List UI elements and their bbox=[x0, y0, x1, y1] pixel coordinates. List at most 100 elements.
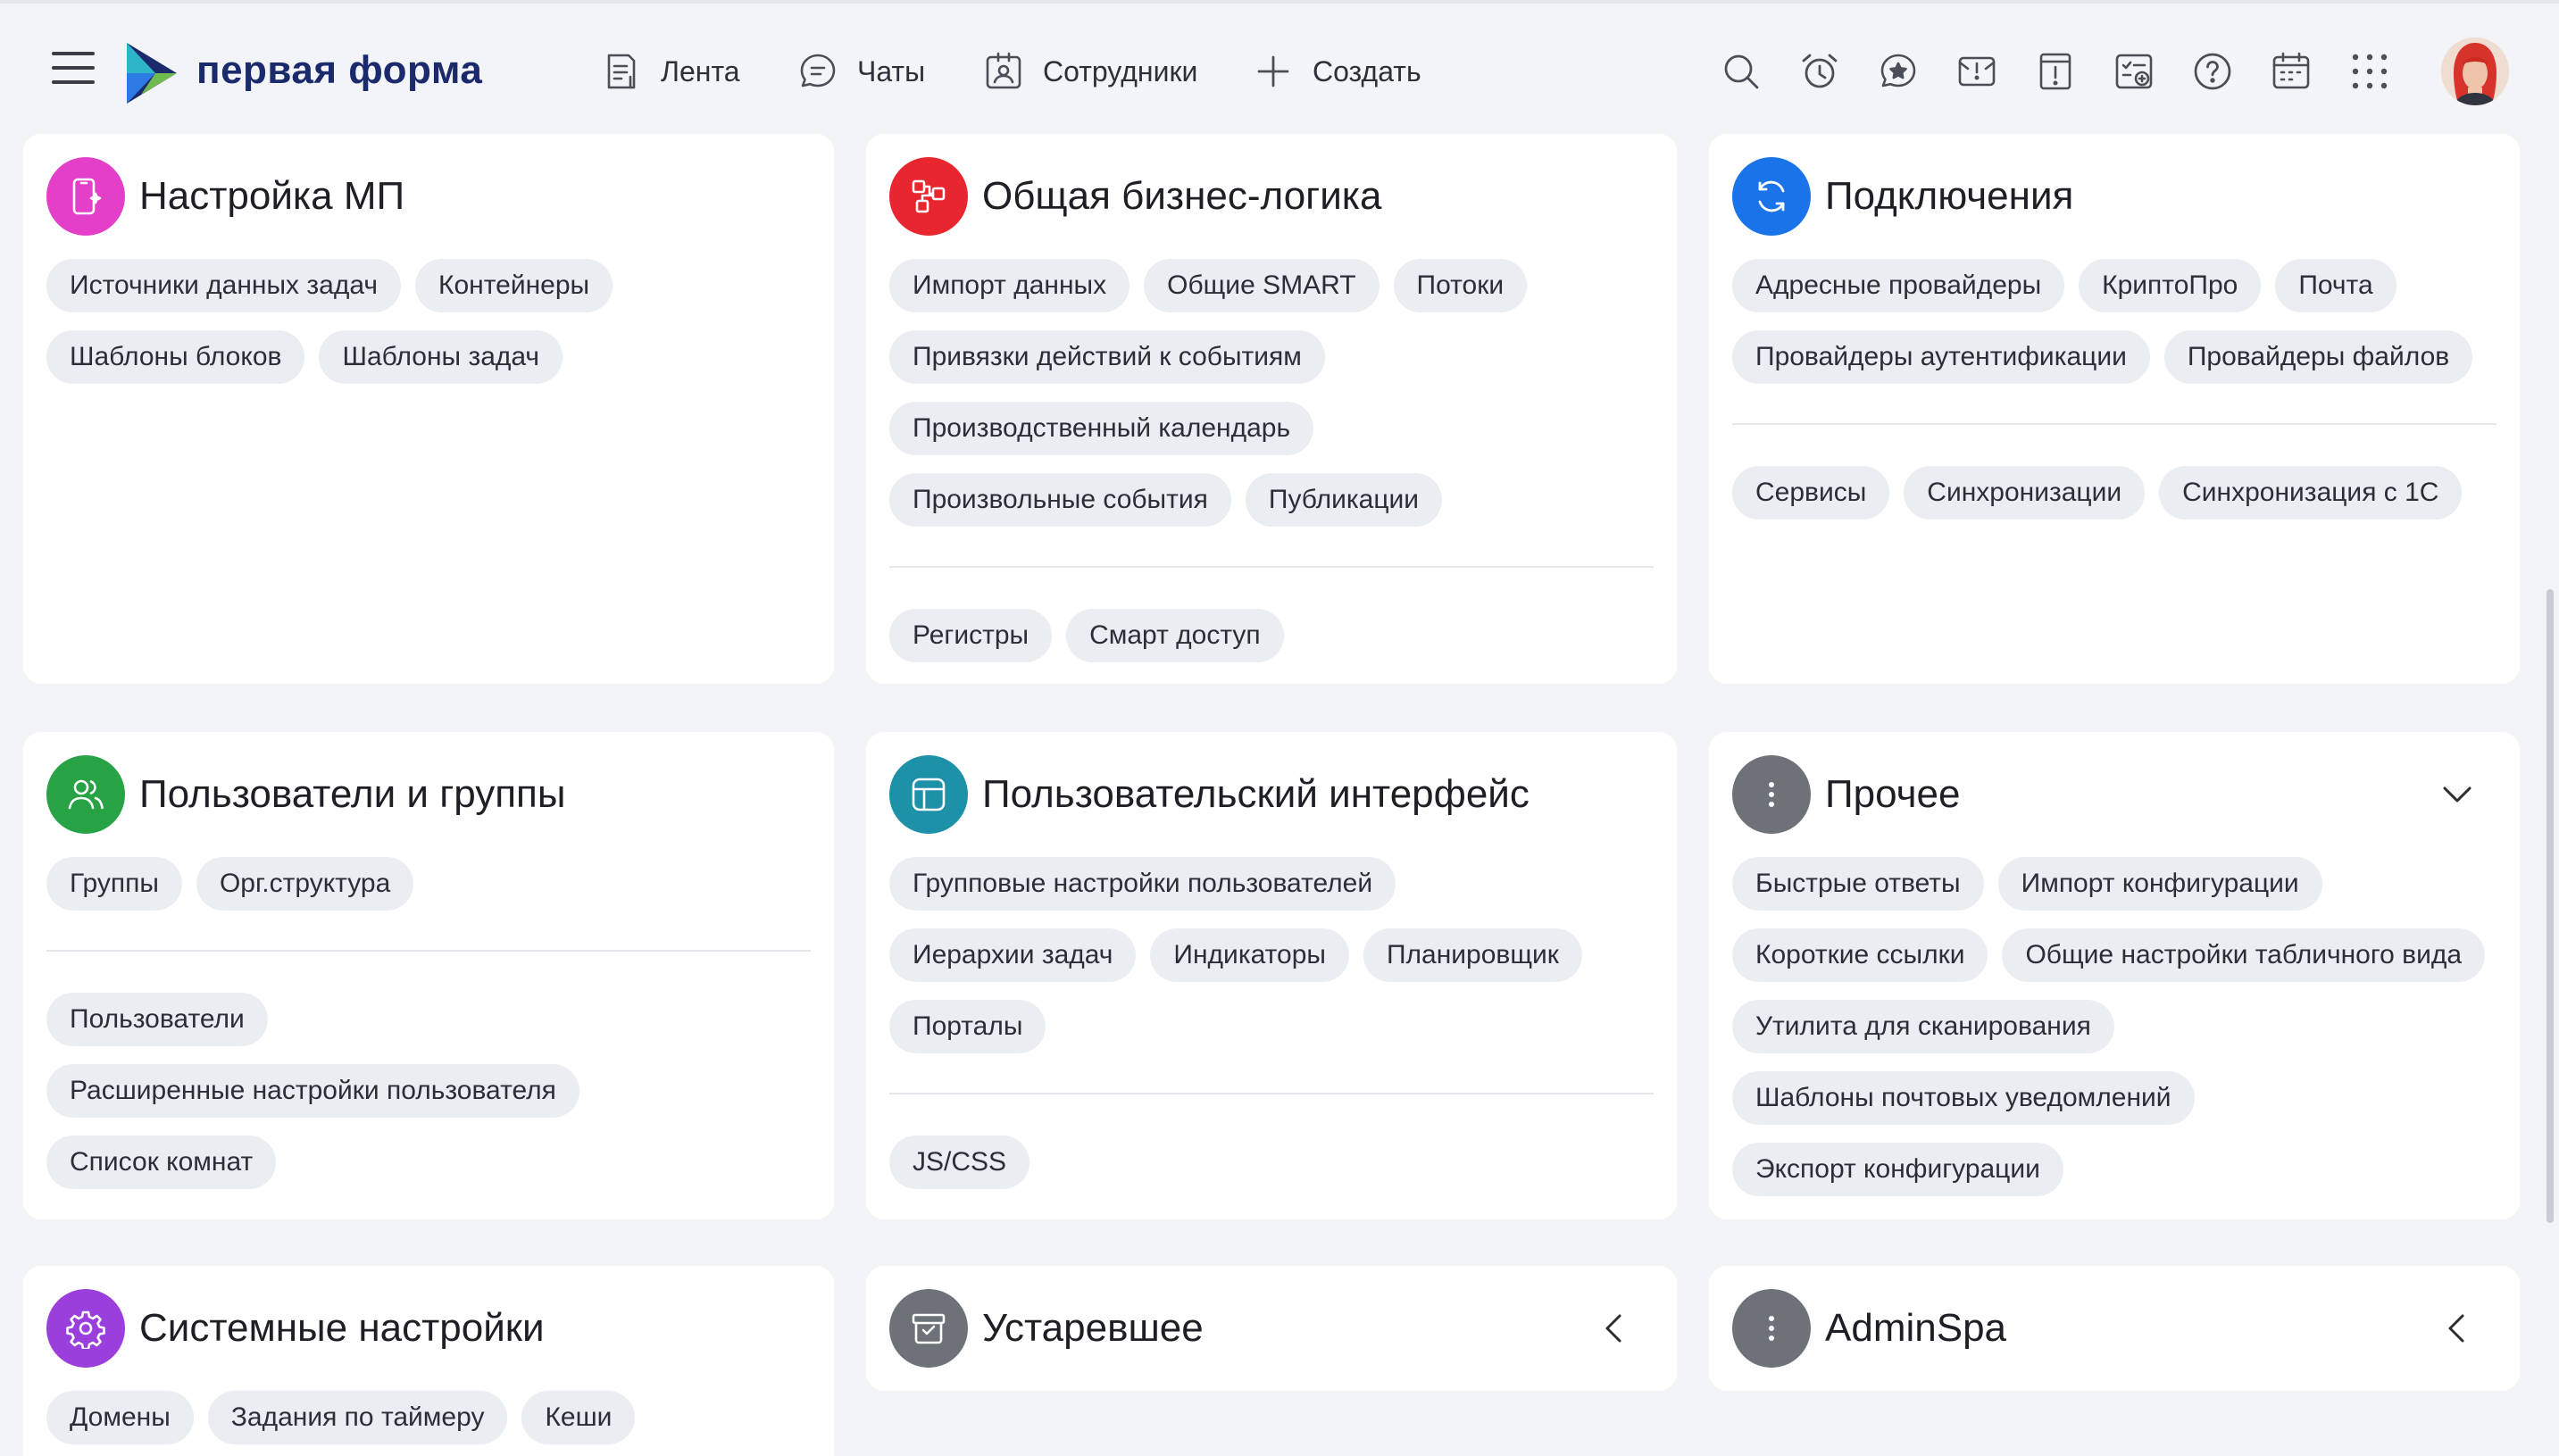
card-mp-settings: Настройка МП Источники данных задач Конт… bbox=[23, 134, 834, 684]
more-vertical-icon bbox=[1732, 1289, 1811, 1368]
more-vertical-icon bbox=[1732, 755, 1811, 834]
card-user-interface: Пользовательский интерфейс Групповые нас… bbox=[866, 732, 1677, 1219]
chip-task-hierarchies[interactable]: Иерархии задач bbox=[889, 928, 1137, 982]
chip-indicators[interactable]: Индикаторы bbox=[1150, 928, 1349, 982]
chip-event-bindings[interactable]: Привязки действий к событиям bbox=[889, 330, 1325, 384]
chip-caches[interactable]: Кеши bbox=[521, 1391, 636, 1444]
chip-group-user-settings[interactable]: Групповые настройки пользователей bbox=[889, 857, 1396, 911]
card-title: Подключения bbox=[1825, 174, 2074, 218]
chevron-left-icon[interactable] bbox=[1588, 1302, 1641, 1355]
chip-org-structure[interactable]: Орг.структура bbox=[196, 857, 414, 911]
nav-create[interactable]: Создать bbox=[1252, 45, 1421, 98]
chip-services[interactable]: Сервисы bbox=[1732, 466, 1890, 520]
chip-quick-replies[interactable]: Быстрые ответы bbox=[1732, 857, 1984, 911]
card-title: Общая бизнес-логика bbox=[982, 174, 1382, 218]
help-icon[interactable] bbox=[2191, 50, 2234, 93]
logo-icon bbox=[123, 41, 180, 105]
gear-icon bbox=[46, 1289, 125, 1368]
divider bbox=[46, 950, 811, 952]
card-title: Настройка МП bbox=[139, 174, 405, 218]
chip-groups[interactable]: Группы bbox=[46, 857, 182, 911]
chip-sync-1c[interactable]: Синхронизация с 1С bbox=[2159, 466, 2463, 520]
alert-mail-icon[interactable] bbox=[1955, 50, 1998, 93]
chip-mail[interactable]: Почта bbox=[2275, 259, 2396, 312]
archive-icon bbox=[889, 1289, 968, 1368]
card-title: Системные настройки bbox=[139, 1306, 545, 1350]
scrollbar[interactable] bbox=[2546, 589, 2554, 1223]
chip-smart-access[interactable]: Смарт доступ bbox=[1066, 609, 1284, 662]
divider bbox=[889, 566, 1654, 568]
card-connections: Подключения Адресные провайдеры КриптоПр… bbox=[1709, 134, 2520, 684]
chip-task-templates[interactable]: Шаблоны задач bbox=[319, 330, 563, 384]
tasks-icon[interactable] bbox=[2113, 50, 2155, 93]
business-logic-icon bbox=[889, 157, 968, 236]
nav-feed[interactable]: Лента bbox=[600, 45, 740, 98]
notice-icon[interactable] bbox=[2034, 50, 2077, 93]
employees-icon bbox=[986, 52, 1021, 89]
chip-flows[interactable]: Потоки bbox=[1393, 259, 1528, 312]
card-adminspa: AdminSpa bbox=[1709, 1266, 2520, 1391]
nav-create-label: Создать bbox=[1313, 54, 1421, 87]
divider bbox=[889, 1093, 1654, 1094]
users-icon bbox=[46, 755, 125, 834]
nav-employees[interactable]: Сотрудники bbox=[982, 45, 1197, 98]
sync-icon bbox=[1732, 157, 1811, 236]
chevron-down-icon[interactable] bbox=[2430, 768, 2484, 821]
chip-task-data-sources[interactable]: Источники данных задач bbox=[46, 259, 401, 312]
card-title: Устаревшее bbox=[982, 1306, 1204, 1350]
chip-cryptopro[interactable]: КриптоПро bbox=[2079, 259, 2262, 312]
card-legacy: Устаревшее bbox=[866, 1266, 1677, 1391]
nav-employees-label: Сотрудники bbox=[1043, 54, 1198, 87]
mobile-settings-icon bbox=[46, 157, 125, 236]
avatar[interactable] bbox=[2441, 37, 2509, 105]
card-title: Прочее bbox=[1825, 772, 1961, 816]
divider bbox=[1732, 423, 2496, 425]
menu-icon[interactable] bbox=[52, 50, 95, 86]
chip-extended-user-settings[interactable]: Расширенные настройки пользователя bbox=[46, 1064, 579, 1118]
chip-scan-utility[interactable]: Утилита для сканирования bbox=[1732, 1000, 2114, 1053]
chevron-left-icon[interactable] bbox=[2430, 1302, 2484, 1355]
chip-synchronizations[interactable]: Синхронизации bbox=[1904, 466, 2146, 520]
chip-data-import[interactable]: Импорт данных bbox=[889, 259, 1130, 312]
card-title: Пользовательский интерфейс bbox=[982, 772, 1530, 816]
chip-room-list[interactable]: Список комнат bbox=[46, 1136, 277, 1189]
chip-publications[interactable]: Публикации bbox=[1245, 473, 1443, 527]
plus-icon bbox=[1257, 55, 1289, 87]
chip-production-calendar[interactable]: Производственный календарь bbox=[889, 402, 1314, 455]
nav-chats-label: Чаты bbox=[857, 54, 926, 87]
calendar-icon[interactable] bbox=[2270, 50, 2313, 93]
chip-scheduler[interactable]: Планировщик bbox=[1363, 928, 1582, 982]
chip-timer-jobs[interactable]: Задания по таймеру bbox=[207, 1391, 508, 1444]
chip-custom-events[interactable]: Произвольные события bbox=[889, 473, 1231, 527]
search-icon[interactable] bbox=[1720, 50, 1763, 93]
chip-users[interactable]: Пользователи bbox=[46, 993, 268, 1046]
nav-chats[interactable]: Чаты bbox=[796, 45, 925, 98]
chip-common-smart[interactable]: Общие SMART bbox=[1144, 259, 1380, 312]
chip-file-providers[interactable]: Провайдеры файлов bbox=[2163, 330, 2473, 384]
chip-address-providers[interactable]: Адресные провайдеры bbox=[1732, 259, 2065, 312]
card-title: AdminSpa bbox=[1825, 1306, 2007, 1350]
favorites-icon[interactable] bbox=[1877, 50, 1920, 93]
alarm-icon[interactable] bbox=[1798, 50, 1841, 93]
chip-short-links[interactable]: Короткие ссылки bbox=[1732, 928, 1988, 982]
chip-block-templates[interactable]: Шаблоны блоков bbox=[46, 330, 305, 384]
chip-registers[interactable]: Регистры bbox=[889, 609, 1053, 662]
chip-mail-templates[interactable]: Шаблоны почтовых уведомлений bbox=[1732, 1071, 2195, 1125]
card-system-settings: Системные настройки Домены Задания по та… bbox=[23, 1266, 834, 1456]
chip-table-view-settings[interactable]: Общие настройки табличного вида bbox=[2002, 928, 2486, 982]
card-business-logic: Общая бизнес-логика Импорт данных Общие … bbox=[866, 134, 1677, 684]
chip-auth-providers[interactable]: Провайдеры аутентификации bbox=[1732, 330, 2150, 384]
chip-portals[interactable]: Порталы bbox=[889, 1000, 1046, 1053]
layout-icon bbox=[889, 755, 968, 834]
chip-js-css[interactable]: JS/CSS bbox=[889, 1136, 1030, 1189]
chip-config-export[interactable]: Экспорт конфигурации bbox=[1732, 1143, 2063, 1196]
logo-text[interactable]: первая форма bbox=[196, 48, 482, 93]
apps-grid-icon[interactable] bbox=[2348, 50, 2391, 93]
chip-containers[interactable]: Контейнеры bbox=[415, 259, 613, 312]
card-other: Прочее Быстрые ответы Импорт конфигураци… bbox=[1709, 732, 2520, 1219]
chip-domains[interactable]: Домены bbox=[46, 1391, 194, 1444]
top-bar: первая форма Лента Чаты Сотрудники Созда… bbox=[0, 4, 2559, 136]
card-users-groups: Пользователи и группы Группы Орг.структу… bbox=[23, 732, 834, 1219]
chip-config-import[interactable]: Импорт конфигурации bbox=[1997, 857, 2322, 911]
chat-icon bbox=[800, 54, 836, 87]
